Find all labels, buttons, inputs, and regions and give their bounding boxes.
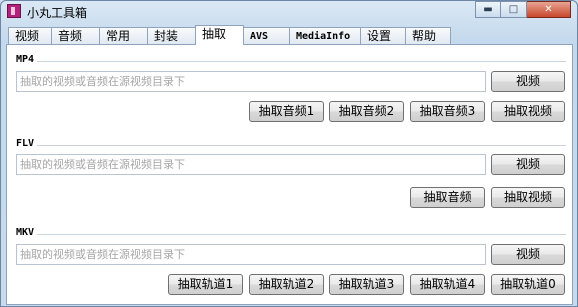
mp4-browse-video-button[interactable]: 视频 [491, 71, 565, 92]
tab-mux[interactable]: 封装 [147, 27, 196, 45]
mkv-extract-track3-button[interactable]: 抽取轨道3 [329, 274, 404, 295]
mkv-extract-track1-button[interactable]: 抽取轨道1 [168, 274, 243, 295]
mkv-browse-video-button[interactable]: 视频 [491, 244, 565, 265]
tab-common[interactable]: 常用 [99, 27, 148, 45]
maximize-icon: □ [508, 4, 519, 15]
tab-avs[interactable]: AVS [243, 27, 290, 45]
tab-strip: 视频 音频 常用 封装 抽取 AVS MediaInfo 设置 帮助 [8, 25, 451, 45]
mkv-divider [37, 234, 566, 235]
tab-extract[interactable]: 抽取 [195, 25, 244, 45]
minimize-button[interactable]: ▬ [475, 1, 501, 18]
flv-file-input[interactable]: 抽取的视频或音频在源视频目录下 [16, 154, 486, 175]
flv-extract-audio-button[interactable]: 抽取音频 [410, 187, 485, 208]
flv-divider [37, 145, 566, 146]
mp4-extract-audio3-button[interactable]: 抽取音频3 [410, 101, 485, 122]
close-button[interactable]: ✕ [527, 1, 571, 18]
flv-extract-video-button[interactable]: 抽取视频 [491, 187, 565, 208]
tab-video[interactable]: 视频 [8, 27, 52, 45]
mp4-divider [37, 61, 566, 62]
mkv-file-input[interactable]: 抽取的视频或音频在源视频目录下 [16, 244, 486, 265]
tab-settings[interactable]: 设置 [360, 27, 406, 45]
title-bar[interactable]: 小丸工具箱 ▬ □ ✕ [1, 1, 577, 23]
window-controls: ▬ □ ✕ [475, 1, 571, 18]
tab-mediainfo[interactable]: MediaInfo [289, 27, 361, 45]
mp4-extract-audio1-button[interactable]: 抽取音频1 [249, 101, 324, 122]
flv-section-label: FLV [16, 138, 35, 149]
tab-help[interactable]: 帮助 [405, 27, 451, 45]
app-window: 小丸工具箱 ▬ □ ✕ 视频 音频 常用 封装 抽取 AVS MediaInfo… [0, 0, 578, 307]
mkv-section-label: MKV [16, 227, 35, 238]
maximize-button[interactable]: □ [501, 1, 527, 18]
mkv-extract-track4-button[interactable]: 抽取轨道4 [410, 274, 485, 295]
close-icon: ✕ [544, 4, 553, 15]
mp4-section-label: MP4 [16, 54, 35, 65]
extract-panel: MP4 抽取的视频或音频在源视频目录下 视频 抽取音频1 抽取音频2 抽取音频3… [6, 44, 573, 305]
app-icon [7, 4, 21, 18]
mkv-extract-track2-button[interactable]: 抽取轨道2 [249, 274, 324, 295]
minimize-icon: ▬ [483, 4, 493, 15]
mp4-extract-video-button[interactable]: 抽取视频 [491, 101, 565, 122]
mkv-extract-track0-button[interactable]: 抽取轨道0 [491, 274, 565, 295]
tab-audio[interactable]: 音频 [51, 27, 100, 45]
mp4-file-input[interactable]: 抽取的视频或音频在源视频目录下 [16, 71, 486, 92]
flv-browse-video-button[interactable]: 视频 [491, 154, 565, 175]
mp4-extract-audio2-button[interactable]: 抽取音频2 [329, 101, 404, 122]
window-title: 小丸工具箱 [27, 6, 88, 20]
